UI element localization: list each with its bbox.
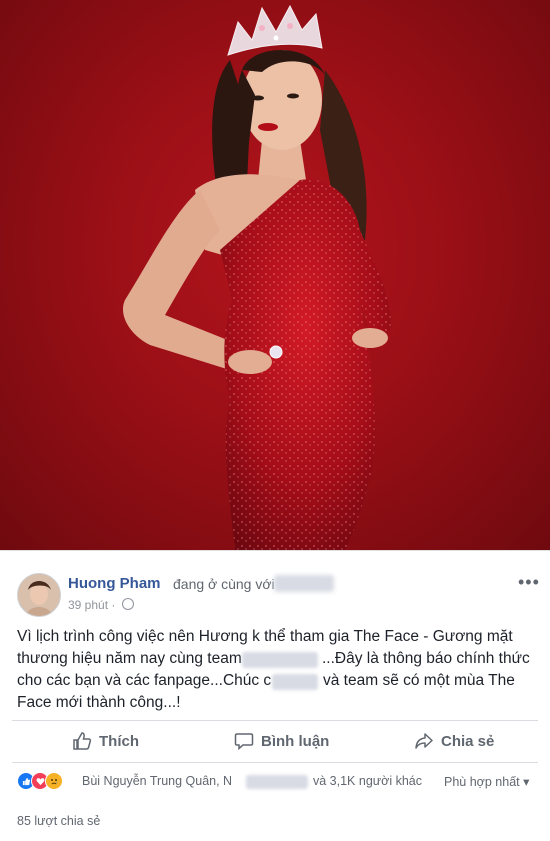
- share-label: Chia sẻ: [441, 732, 495, 750]
- reaction-names: Bùi Nguyễn Trung Quân, N: [82, 774, 233, 788]
- avatar[interactable]: [17, 573, 61, 617]
- blurred-tag: [274, 575, 334, 592]
- post-line-2b: ...Đây là thông báo chính thức: [322, 650, 530, 667]
- post-photo[interactable]: [0, 0, 550, 550]
- like-button[interactable]: Thích: [72, 728, 139, 754]
- reaction-others[interactable]: và 3,1K người khác: [313, 774, 422, 788]
- more-icon[interactable]: •••: [518, 572, 540, 593]
- share-button[interactable]: Chia sẻ: [414, 728, 494, 754]
- share-icon: [415, 733, 433, 749]
- sort-dropdown[interactable]: Phù hợp nhất ▾: [444, 774, 529, 789]
- post-time[interactable]: 39 phút: [68, 598, 108, 612]
- divider-bottom: [12, 762, 538, 763]
- photo-illustration: [122, 4, 391, 550]
- like-icon: [73, 732, 92, 750]
- post-line-1: Vì lịch trình công việc nên Hương k thể …: [17, 628, 513, 645]
- divider-top: [12, 720, 538, 721]
- post-line-2: thương hiệu năm nay cùng team: [17, 650, 242, 668]
- globe-icon: [121, 598, 134, 610]
- with-text: đang ở cùng với: [173, 576, 275, 592]
- sad-reaction-icon: [45, 772, 63, 790]
- reaction-icons[interactable]: [17, 772, 63, 790]
- comment-icon: [234, 733, 254, 751]
- reaction-summary[interactable]: Bùi Nguyễn Trung Quân, N: [82, 774, 232, 788]
- post-meta: 39 phút ·: [68, 598, 134, 612]
- blurred-name-2: [272, 674, 318, 690]
- comment-label: Bình luận: [261, 732, 330, 750]
- post-line-3a: cho các bạn và các fanpage...Chúc c: [17, 672, 272, 689]
- author-name[interactable]: Huong Pham: [68, 575, 161, 592]
- post-line-3b: và team sẽ có một mùa The: [323, 672, 515, 689]
- blurred-reactor: [246, 775, 308, 789]
- like-label: Thích: [99, 732, 139, 750]
- share-count[interactable]: 85 lượt chia sẻ: [17, 814, 100, 828]
- post-line-2a: thương hiệu năm nay cùng team: [17, 650, 242, 667]
- post-line-4: Face mới thành công...!: [17, 694, 181, 711]
- meta-dot: ·: [111, 598, 116, 612]
- blurred-name: [242, 652, 318, 668]
- comment-button[interactable]: Bình luận: [234, 728, 329, 754]
